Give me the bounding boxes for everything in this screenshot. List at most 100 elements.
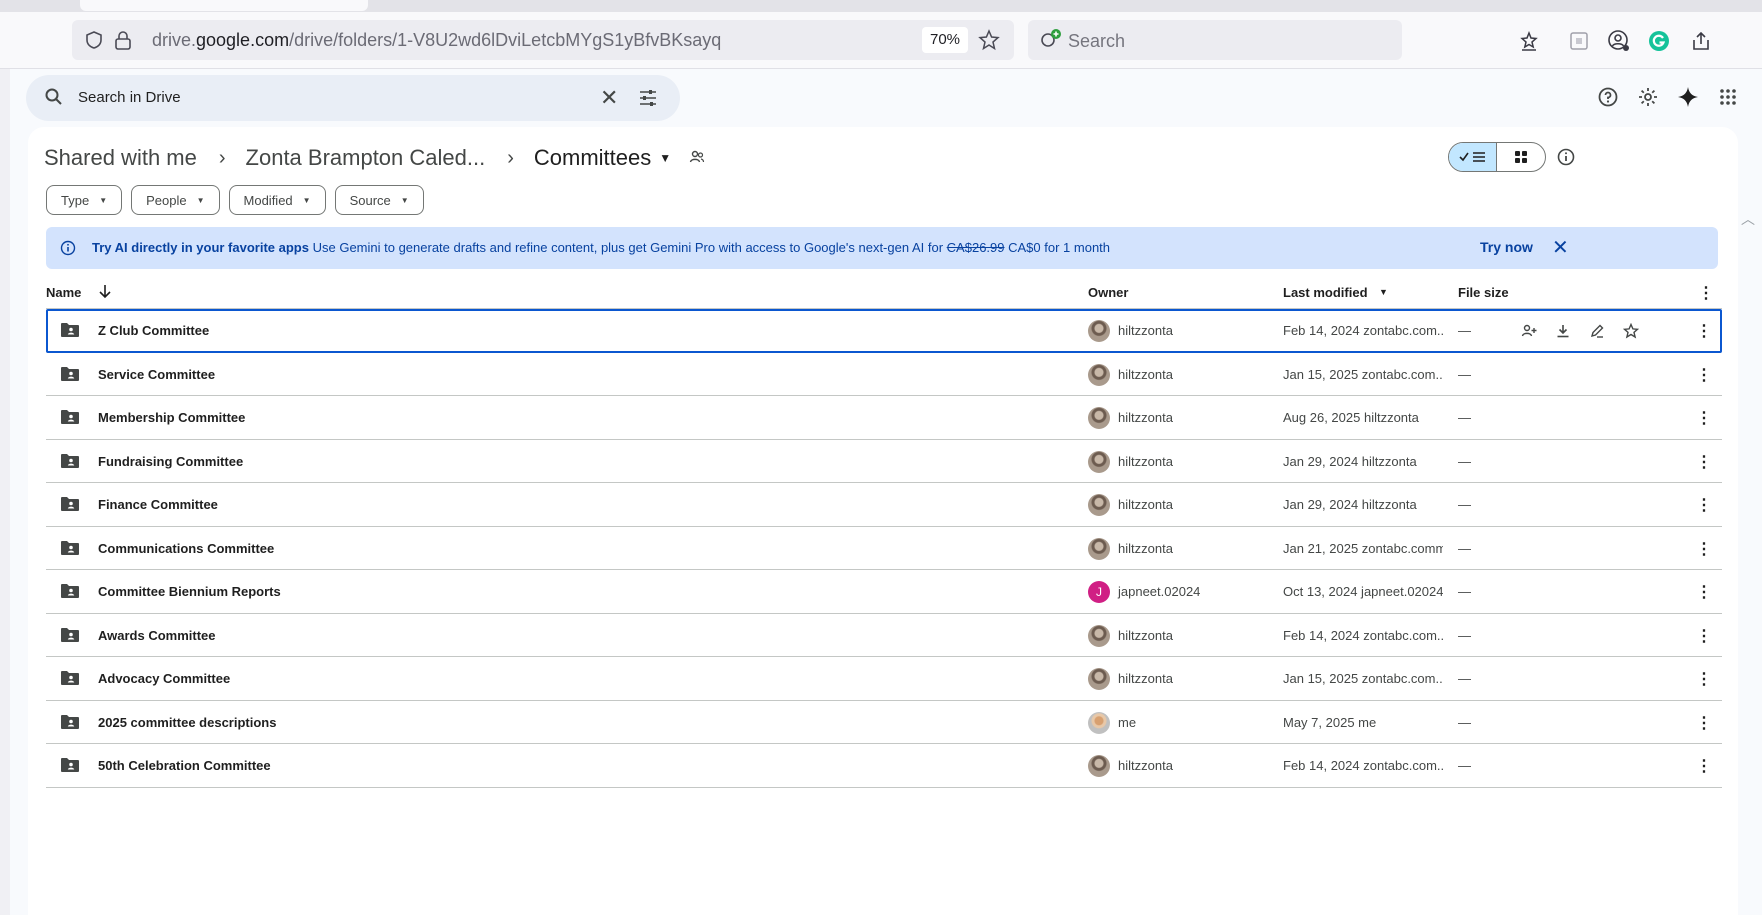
search-engine-icon[interactable] (1040, 29, 1062, 56)
avatar (1088, 407, 1110, 429)
breadcrumb-shared-with-me[interactable]: Shared with me (44, 145, 197, 171)
more-actions-icon[interactable]: ⋮ (1694, 408, 1714, 428)
owner-name: hiltzzonta (1118, 410, 1173, 425)
more-actions-icon[interactable]: ⋮ (1694, 452, 1714, 472)
shared-folder-icon (689, 145, 705, 171)
active-tab[interactable] (80, 0, 368, 11)
help-icon[interactable] (1596, 85, 1620, 109)
filter-label: Source (349, 192, 391, 208)
zoom-level-badge[interactable]: 70% (922, 27, 968, 53)
rename-pencil-icon[interactable] (1586, 320, 1608, 342)
download-icon[interactable] (1552, 320, 1574, 342)
sort-caret-icon[interactable]: ▼ (1379, 287, 1388, 297)
table-row[interactable]: Service Committee hiltzzonta Jan 15, 202… (46, 353, 1722, 396)
file-name[interactable]: Communications Committee (98, 541, 274, 556)
settings-gear-icon[interactable] (1636, 85, 1660, 109)
file-name[interactable]: Committee Biennium Reports (98, 584, 281, 599)
file-name[interactable]: Fundraising Committee (98, 454, 243, 469)
table-row[interactable]: Advocacy Committee hiltzzonta Jan 15, 20… (46, 657, 1722, 701)
shared-folder-icon (60, 670, 80, 686)
shared-folder-icon (60, 496, 80, 512)
file-name[interactable]: Awards Committee (98, 628, 216, 643)
share-person-icon[interactable] (1518, 320, 1540, 342)
address-bar[interactable]: drive.google.com/drive/folders/1-V8U2wd6… (72, 20, 1014, 60)
more-actions-icon[interactable]: ⋮ (1694, 713, 1714, 733)
more-actions-icon[interactable]: ⋮ (1694, 582, 1714, 602)
clear-search-icon[interactable]: ✕ (600, 85, 618, 111)
column-owner[interactable]: Owner (1088, 285, 1128, 300)
last-modified: Aug 26, 2025 hiltzzonta (1283, 410, 1419, 425)
table-row[interactable]: 2025 committee descriptions me May 7, 20… (46, 701, 1722, 744)
scroll-up-arrow-icon[interactable]: ︿ (1741, 209, 1755, 229)
banner-old-price: CA$26.99 (946, 240, 1005, 255)
file-name[interactable]: Z Club Committee (98, 323, 209, 338)
shared-folder-icon (60, 714, 80, 730)
file-size: — (1458, 366, 1471, 382)
table-row[interactable]: Fundraising Committee hiltzzonta Jan 29,… (46, 440, 1722, 483)
folder-menu-caret-icon[interactable]: ▼ (659, 151, 671, 165)
more-actions-icon[interactable]: ⋮ (1694, 495, 1714, 515)
lock-icon[interactable] (114, 30, 132, 55)
more-actions-icon[interactable]: ⋮ (1694, 365, 1714, 385)
try-now-button[interactable]: Try now (1480, 239, 1533, 255)
more-actions-icon[interactable]: ⋮ (1694, 321, 1714, 341)
share-icon[interactable] (1688, 28, 1714, 54)
breadcrumb-current-folder[interactable]: Committees (534, 145, 651, 171)
filter-source[interactable]: Source ▼ (334, 185, 424, 215)
bookmark-star-icon[interactable] (978, 29, 1000, 56)
last-modified: Oct 13, 2024 japneet.02024 (1283, 584, 1443, 599)
owner-name: hiltzzonta (1118, 453, 1173, 469)
filter-people[interactable]: People ▼ (131, 185, 220, 215)
bookmarks-icon[interactable] (1516, 28, 1542, 54)
browser-search-box[interactable]: Search (1028, 20, 1402, 60)
more-actions-icon[interactable]: ⋮ (1694, 539, 1714, 559)
table-row[interactable]: Awards Committee hiltzzonta Feb 14, 2024… (46, 614, 1722, 657)
search-options-icon[interactable] (638, 88, 658, 113)
drive-page: Search in Drive ✕ Shared with me › Zonta… (10, 69, 1762, 915)
extension-icon[interactable] (1566, 28, 1592, 54)
last-modified: May 7, 2025 me (1283, 714, 1377, 730)
file-name[interactable]: Service Committee (98, 367, 215, 382)
breadcrumb-parent-folder[interactable]: Zonta Brampton Caled... (246, 145, 486, 171)
more-actions-icon[interactable]: ⋮ (1694, 756, 1714, 776)
table-row[interactable]: Finance Committee hiltzzonta Jan 29, 202… (46, 483, 1722, 527)
table-row[interactable]: Membership Committee hiltzzonta Aug 26, … (46, 396, 1722, 440)
list-view-button[interactable] (1449, 143, 1498, 171)
column-last-modified[interactable]: Last modified (1283, 285, 1368, 300)
star-icon[interactable] (1620, 320, 1642, 342)
avatar (1088, 755, 1110, 777)
drive-search-input[interactable]: Search in Drive ✕ (26, 75, 680, 121)
more-actions-icon[interactable]: ⋮ (1694, 669, 1714, 689)
sort-arrow-down-icon[interactable] (98, 283, 112, 302)
table-row[interactable]: Z Club Committee hiltzzonta Feb 14, 2024… (46, 309, 1722, 353)
gemini-sparkle-icon[interactable] (1676, 85, 1700, 109)
details-info-icon[interactable] (1556, 147, 1576, 167)
apps-grid-icon[interactable] (1716, 85, 1740, 109)
filter-modified[interactable]: Modified ▼ (228, 185, 326, 215)
url-text[interactable]: drive.google.com/drive/folders/1-V8U2wd6… (152, 30, 721, 51)
file-name[interactable]: 50th Celebration Committee (98, 758, 271, 773)
owner-name: japneet.02024 (1118, 584, 1201, 599)
column-file-size[interactable]: File size (1458, 285, 1509, 300)
tab-strip (0, 0, 1762, 12)
file-name[interactable]: Membership Committee (98, 410, 245, 425)
shared-folder-icon (60, 366, 80, 382)
column-name[interactable]: Name (46, 285, 81, 300)
file-name[interactable]: Advocacy Committee (98, 671, 230, 686)
table-row[interactable]: Communications Committee hiltzzonta Jan … (46, 527, 1722, 570)
search-icon[interactable] (44, 87, 64, 112)
shield-icon[interactable] (84, 30, 104, 55)
close-banner-icon[interactable]: ✕ (1552, 235, 1569, 260)
grammarly-icon[interactable] (1646, 28, 1672, 54)
table-row[interactable]: Committee Biennium Reports J japneet.020… (46, 570, 1722, 614)
avatar: J (1088, 581, 1110, 603)
more-actions-icon[interactable]: ⋮ (1694, 626, 1714, 646)
table-row[interactable]: 50th Celebration Committee hiltzzonta Fe… (46, 744, 1722, 788)
more-vert-icon[interactable]: ⋮ (1698, 283, 1714, 303)
grid-view-button[interactable] (1497, 143, 1545, 171)
file-name[interactable]: 2025 committee descriptions (98, 715, 276, 730)
filter-type[interactable]: Type ▼ (46, 185, 123, 215)
avatar (1088, 363, 1110, 386)
file-name[interactable]: Finance Committee (98, 497, 218, 512)
account-icon[interactable] (1606, 28, 1632, 54)
